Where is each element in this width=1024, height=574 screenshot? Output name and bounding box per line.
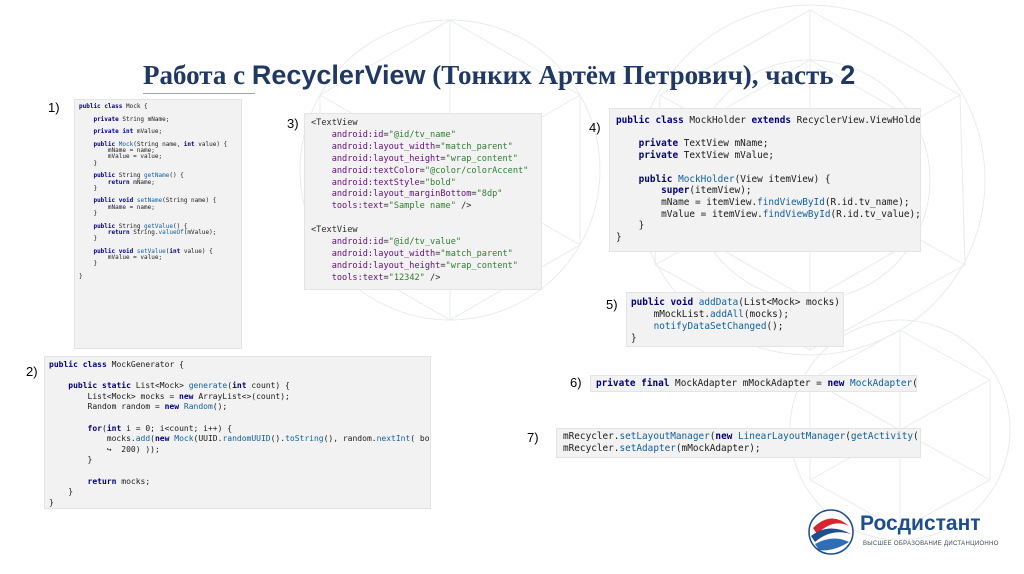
title-class-name: RecyclerView: [251, 60, 426, 90]
code-line: public static List<Mock> generate(int co…: [68, 381, 290, 391]
logo-subtitle: ВЫСШЕЕ ОБРАЗОВАНИЕ ДИСТАНЦИОННО: [863, 541, 999, 547]
title-part-number: 2: [840, 60, 856, 90]
code-line: private final MockAdapter mMockAdapter =…: [596, 378, 916, 389]
code-line: ​: [616, 127, 920, 139]
code-line: <TextView: [311, 225, 358, 236]
code-line: public class MockGenerator {: [49, 360, 184, 369]
code-line: android:layout_width="match_parent": [331, 141, 513, 152]
code-line: android:layout_width="match_parent": [331, 248, 513, 259]
code-line: android:layout_marginBottom="8dp": [331, 189, 503, 200]
code-line: mRecycler.setLayoutManager(new LinearLay…: [563, 431, 920, 442]
code-line: tools:text="Sample name" />: [331, 201, 472, 212]
code-line: private TextView mValue;: [638, 150, 775, 162]
code-block-item-layout-xml: <TextView android:id="@id/tv_name" andro…: [304, 113, 542, 290]
code-line: }: [49, 455, 93, 465]
code-line: android:textStyle="bold": [331, 177, 456, 188]
code-line: ​: [49, 466, 430, 477]
label-5: 5): [606, 297, 618, 312]
rosdistant-emblem-icon: [808, 509, 854, 555]
code-line: }: [49, 487, 74, 497]
code-line: return mocks;: [87, 476, 151, 486]
code-line: public MockHolder(View itemView) {: [638, 173, 831, 185]
logo-name: Росдистант: [860, 512, 981, 535]
code-line: mValue = itemView.findViewById(R.id.tv_v…: [616, 208, 921, 220]
code-line: List<Mock> mocks = new ArrayList<>(count…: [49, 391, 290, 401]
code-line: }: [49, 497, 54, 507]
code-line: <TextView: [311, 118, 358, 128]
code-block-mock-holder: public class MockHolder extends Recycler…: [609, 108, 921, 252]
label-4: 4): [589, 120, 601, 135]
label-3: 3): [287, 116, 299, 131]
code-block-adapter-field: private final MockAdapter mMockAdapter =…: [590, 375, 917, 392]
rosdistant-logo: Росдистант ВЫСШЕЕ ОБРАЗОВАНИЕ ДИСТАНЦИОН…: [807, 508, 998, 560]
label-6: 6): [570, 375, 582, 390]
code-line: for(int i = 0; i<count; i++) {: [87, 423, 233, 433]
code-line: tools:text="12342" />: [331, 272, 441, 283]
code-line: android:layout_height="wrap_content": [331, 153, 518, 164]
code-line: mRecycler.setAdapter(mMockAdapter);: [563, 442, 761, 454]
code-line: android:textColor="@color/colorAccent": [331, 165, 529, 176]
code-line: ​: [49, 371, 430, 382]
code-line: ↪ 200) ));: [49, 444, 160, 454]
code-line: mMockList.addAll(mocks);: [631, 309, 790, 320]
code-line: }: [616, 220, 645, 232]
code-line: private TextView mName;: [638, 138, 769, 150]
label-7: 7): [527, 430, 539, 445]
code-line: ​: [311, 213, 541, 225]
code-line: super(itemView);: [661, 185, 752, 197]
code-line: mocks.add(new Mock(UUID.randomUUID().toS…: [49, 434, 430, 444]
code-block-add-data: public void addData(List<Mock> mocks) { …: [626, 292, 844, 347]
code-line: }: [79, 273, 83, 281]
code-line: public void addData(List<Mock> mocks) {: [631, 297, 844, 308]
title-prefix: Работа с: [143, 60, 252, 90]
code-line: android:layout_height="wrap_content": [331, 260, 518, 271]
code-line: ​: [616, 162, 920, 174]
code-line: notifyDataSetChanged();: [653, 321, 784, 332]
code-block-mock-class: public class Mock {​ private String mNam…: [74, 99, 242, 349]
label-1: 1): [48, 100, 60, 115]
code-line: mName = itemView.findViewById(R.id.tv_na…: [616, 196, 910, 208]
code-line: android:id="@id/tv_value": [331, 237, 462, 248]
code-line: public class MockHolder extends Recycler…: [616, 115, 921, 126]
slide-title: Работа с RecyclerView (Тонких Артём Петр…: [143, 60, 855, 91]
code-line: ​: [49, 413, 430, 424]
label-2: 2): [26, 364, 38, 379]
title-underline: [143, 93, 255, 94]
code-line: android:id="@id/tv_name": [331, 129, 456, 140]
title-suffix: (Тонких Артём Петрович), часть: [425, 60, 841, 90]
code-block-recycler-setup: mRecycler.setLayoutManager(new LinearLay…: [556, 428, 921, 458]
code-line: }: [616, 232, 622, 244]
code-line: }: [631, 333, 637, 344]
code-block-mock-generator: public class MockGenerator { ​ public sta…: [44, 356, 431, 509]
code-line: Random random = new Random();: [49, 402, 228, 412]
